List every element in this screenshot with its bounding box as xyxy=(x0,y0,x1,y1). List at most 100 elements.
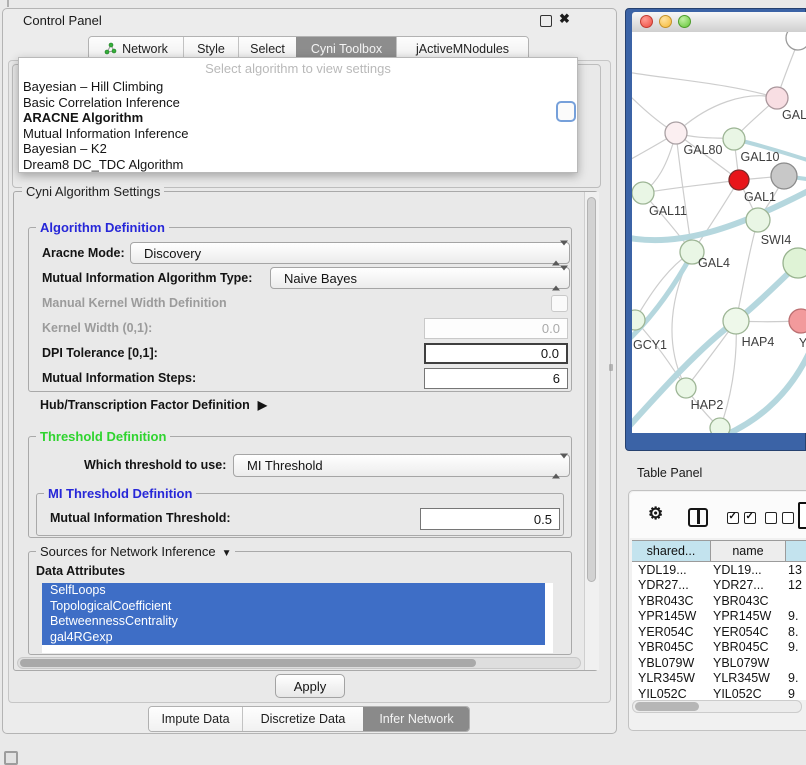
table-row[interactable]: YDR27...YDR27...12 xyxy=(632,578,806,594)
algorithm-option-aracne-algorithm[interactable]: ARACNE Algorithm xyxy=(19,110,577,126)
deselect-all-columns-icon[interactable] xyxy=(765,512,794,524)
network-window-titlebar[interactable] xyxy=(632,12,806,33)
table-row[interactable]: YDL19...YDL19...13 xyxy=(632,562,806,578)
network-node-hap2[interactable] xyxy=(676,378,696,398)
focused-control-fragment xyxy=(556,101,576,122)
table-row[interactable]: YLR345WYLR345W9. xyxy=(632,671,806,687)
network-node-gal10[interactable] xyxy=(723,128,745,150)
node-label-gal80: GAL80 xyxy=(684,143,723,157)
network-canvas[interactable]: GAL7GAL80GAL10GAL1GAL11SWI4GAL4GCY1HAP4Y… xyxy=(632,32,806,433)
select-all-columns-icon[interactable] xyxy=(727,512,756,524)
table-cell: YPR145W xyxy=(632,609,711,623)
table-cell: YDL19... xyxy=(632,563,711,577)
table-row[interactable]: YER054CYER054C8. xyxy=(632,624,806,640)
attribute-topologicalcoefficient[interactable]: TopologicalCoefficient xyxy=(42,599,545,615)
aracne-mode-value: Discovery xyxy=(144,246,201,261)
gear-icon[interactable]: ⚙ xyxy=(648,504,663,524)
table-cell: YIL052C xyxy=(632,687,711,700)
unchecked-box-icon xyxy=(765,512,777,524)
mi-type-select[interactable]: Naive Bayes xyxy=(270,267,570,289)
network-node-gal7[interactable] xyxy=(766,87,788,109)
hub-section-label: Hub/Transcription Factor Definition xyxy=(40,398,250,412)
document-icon[interactable] xyxy=(798,502,806,529)
network-node-y[interactable] xyxy=(789,309,806,333)
attribute-betweennesscentrality[interactable]: BetweennessCentrality xyxy=(42,614,545,630)
table-cell: YER054C xyxy=(711,625,786,639)
table-cell: YER054C xyxy=(632,625,711,639)
cursor-artifact xyxy=(609,364,613,371)
column-header-shared-name[interactable]: shared... xyxy=(632,541,711,561)
scrollbar-thumb[interactable] xyxy=(635,702,699,711)
which-threshold-label: Which threshold to use: xyxy=(84,458,226,472)
network-node[interactable] xyxy=(710,418,730,433)
network-node[interactable] xyxy=(786,32,806,50)
which-threshold-select[interactable]: MI Threshold xyxy=(233,454,570,477)
close-traffic-light[interactable] xyxy=(640,15,653,28)
aracne-mode-select[interactable]: Discovery xyxy=(130,242,570,264)
algorithm-definition-title: Algorithm Definition xyxy=(36,220,169,235)
collapsed-panel-icon[interactable] xyxy=(4,751,18,765)
network-node[interactable] xyxy=(771,163,797,189)
mi-steps-field[interactable]: 6 xyxy=(424,368,568,389)
table-horizontal-scrollbar[interactable] xyxy=(632,700,802,713)
kernel-width-label: Kernel Width (0,1): xyxy=(42,321,152,335)
scrollbar-thumb[interactable] xyxy=(587,197,596,582)
stepper-icon xyxy=(552,458,561,473)
manual-kernel-checkbox[interactable] xyxy=(551,295,568,312)
algorithm-option-bayesian-hill-climbing[interactable]: Bayesian – Hill Climbing xyxy=(19,79,577,95)
apply-button[interactable]: Apply xyxy=(275,674,345,698)
minimize-traffic-light[interactable] xyxy=(659,15,672,28)
settings-horizontal-scrollbar[interactable] xyxy=(17,657,581,669)
network-node-gal1[interactable] xyxy=(729,170,749,190)
table-row[interactable]: YIL052CYIL052C9 xyxy=(632,686,806,700)
attribute-gal4rgexp[interactable]: gal4RGexp xyxy=(42,630,545,646)
tab-discretize-data[interactable]: Discretize Data xyxy=(242,707,363,731)
dpi-tolerance-field[interactable]: 0.0 xyxy=(424,343,568,364)
table-cell: YBR045C xyxy=(632,640,711,654)
table-cell: YBL079W xyxy=(711,656,786,670)
network-node-swi4[interactable] xyxy=(746,208,770,232)
float-window-icon[interactable] xyxy=(540,15,552,27)
zoom-traffic-light[interactable] xyxy=(678,15,691,28)
close-icon[interactable]: ✖ xyxy=(559,11,570,27)
algorithm-option-dream8-dc-tdc-algorithm[interactable]: Dream8 DC_TDC Algorithm xyxy=(19,157,577,173)
algorithm-option-basic-correlation-inference[interactable]: Basic Correlation Inference xyxy=(19,95,577,111)
table-cell: YIL052C xyxy=(711,687,786,700)
column-header-partial[interactable] xyxy=(786,541,806,561)
hub-section-toggle[interactable]: Hub/Transcription Factor Definition▶ xyxy=(40,398,267,412)
split-view-icon[interactable] xyxy=(688,508,708,527)
scrollbar-thumb[interactable] xyxy=(20,659,476,667)
stepper-icon xyxy=(552,246,561,261)
column-header-name[interactable]: name xyxy=(711,541,786,561)
sources-title: Sources for Network Inference xyxy=(40,544,216,559)
network-node-hap4[interactable] xyxy=(723,308,749,334)
network-node-gal11[interactable] xyxy=(632,182,654,204)
data-attributes-list: SelfLoopsTopologicalCoefficientBetweenne… xyxy=(42,583,553,653)
table-row[interactable]: YBR045CYBR045C9. xyxy=(632,640,806,656)
table-cell: YLR345W xyxy=(632,671,711,685)
attribute-selfloops[interactable]: SelfLoops xyxy=(42,583,545,599)
table-row[interactable]: YPR145WYPR145W9. xyxy=(632,609,806,625)
table-row[interactable]: YBR043CYBR043C xyxy=(632,593,806,609)
algorithm-option-bayesian-k2[interactable]: Bayesian – K2 xyxy=(19,141,577,157)
settings-vertical-scrollbar[interactable] xyxy=(584,192,599,670)
tab-infer-network[interactable]: Infer Network xyxy=(363,707,469,731)
table-rows: YDL19...YDL19...13YDR27...YDR27...12YBR0… xyxy=(632,562,806,700)
node-label-gal10: GAL10 xyxy=(741,150,780,164)
top-edge-fragment xyxy=(7,0,9,7)
node-label-gal4: GAL4 xyxy=(698,256,730,270)
tab-impute-data[interactable]: Impute Data xyxy=(149,707,242,731)
mi-threshold-field[interactable]: 0.5 xyxy=(420,508,560,530)
algorithm-option-mutual-information-inference[interactable]: Mutual Information Inference xyxy=(19,126,577,142)
kernel-width-field[interactable]: 0.0 xyxy=(424,318,568,339)
tab-label: Style xyxy=(197,42,225,56)
table-cell: YPR145W xyxy=(711,609,786,623)
network-node[interactable] xyxy=(783,248,806,278)
table-cell: YLR345W xyxy=(711,671,786,685)
sources-title-toggle[interactable]: Sources for Network Inference ▼ xyxy=(36,544,235,559)
collapse-arrow-icon: ▼ xyxy=(222,548,232,559)
mi-threshold-label: Mutual Information Threshold: xyxy=(50,511,231,525)
network-node-gal80[interactable] xyxy=(665,122,687,144)
table-row[interactable]: YBL079WYBL079W xyxy=(632,655,806,671)
algorithm-list: Bayesian – Hill ClimbingBasic Correlatio… xyxy=(19,79,577,172)
